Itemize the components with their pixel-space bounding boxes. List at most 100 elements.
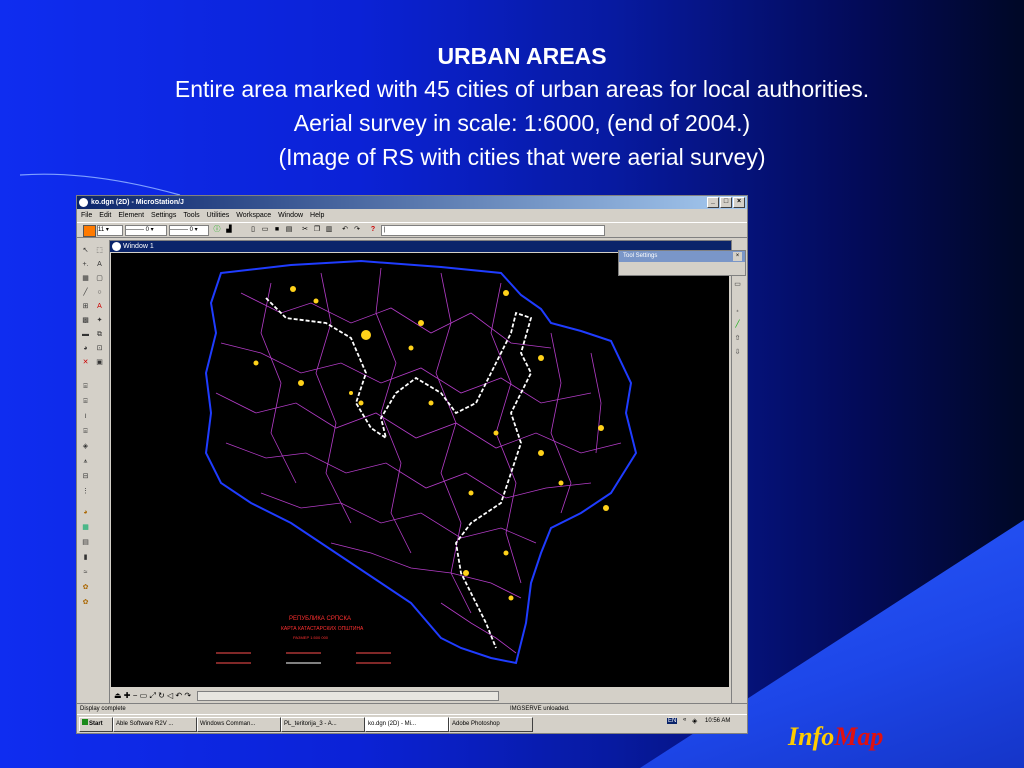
menu-settings[interactable]: Settings: [151, 210, 176, 221]
active-color-swatch[interactable]: [83, 225, 96, 237]
delete-element-icon[interactable]: ✕: [81, 358, 90, 367]
rotate-view-icon[interactable]: ↻: [158, 691, 165, 700]
view-tool-2-icon[interactable]: ⌸: [81, 397, 90, 406]
annotation-icon[interactable]: A: [95, 302, 104, 311]
view-tool-4-icon[interactable]: ⌸: [81, 427, 90, 436]
open-file-icon[interactable]: ▭: [261, 226, 269, 234]
taskbar-item-windows-commander[interactable]: Windows Comman...: [197, 717, 281, 732]
right-tool-5-icon[interactable]: ╱: [733, 320, 742, 329]
view-tool-5-icon[interactable]: ◈: [81, 442, 90, 451]
right-tool-4-icon[interactable]: ±: [733, 306, 742, 315]
right-tool-3-icon[interactable]: ▭: [733, 280, 742, 289]
tool-settings-titlebar[interactable]: Tool Settings ×: [619, 251, 745, 262]
start-button[interactable]: Start: [79, 717, 113, 732]
raster-tool-5-icon[interactable]: ≈: [81, 568, 90, 577]
weight-select[interactable]: ——— 0 ▾: [169, 225, 209, 236]
close-button[interactable]: ×: [733, 197, 745, 208]
stamp-icon[interactable]: ▟: [225, 226, 233, 234]
map-canvas[interactable]: РЕПУБЛИКА СРПСКА КАРТА КАТАСТАРСКИХ ОПШТ…: [111, 253, 729, 687]
shape-icon[interactable]: ▢: [95, 274, 104, 283]
raster-tool-2-icon[interactable]: ▦: [81, 523, 90, 532]
raster-tool-6-icon[interactable]: ✿: [81, 583, 90, 592]
window-titlebar[interactable]: ko.dgn (2D) - MicroStation/J _ □ ×: [77, 196, 747, 209]
arrow-up-icon[interactable]: ⇧: [733, 334, 742, 343]
drop-element-icon[interactable]: ▣: [95, 358, 104, 367]
menu-element[interactable]: Element: [118, 210, 144, 221]
slide-line-3: (Image of RS with cities that were aeria…: [278, 144, 766, 170]
view-tool-3-icon[interactable]: ≀: [81, 412, 90, 421]
minimize-button[interactable]: _: [707, 197, 719, 208]
horizontal-scrollbar[interactable]: [197, 690, 500, 701]
key-in-field[interactable]: |: [381, 225, 605, 236]
print-icon[interactable]: ▤: [285, 226, 293, 234]
raster-tool-3-icon[interactable]: ▤: [81, 538, 90, 547]
maximize-button[interactable]: □: [720, 197, 732, 208]
measure-icon[interactable]: ▬: [81, 330, 90, 339]
dimension-icon[interactable]: ⊞: [81, 302, 90, 311]
view-tool-8-icon[interactable]: ⋮: [81, 487, 90, 496]
raster-tool-4-icon[interactable]: ▮: [81, 553, 90, 562]
map-legend-scale: РАЗМЕР 1:500 000: [293, 635, 329, 640]
menu-utilities[interactable]: Utilities: [207, 210, 230, 221]
fit-view-icon[interactable]: ⤢: [149, 691, 155, 700]
save-icon[interactable]: ■: [273, 226, 281, 234]
view-next-icon[interactable]: ↷: [184, 691, 191, 700]
fence-icon[interactable]: ⬚: [95, 246, 104, 255]
help-icon[interactable]: ?: [369, 226, 377, 234]
view-tool-7-icon[interactable]: ⊟: [81, 472, 90, 481]
select-element-icon[interactable]: ↖: [81, 246, 90, 255]
undo-icon[interactable]: ↶: [341, 226, 349, 234]
info-icon[interactable]: ⓘ: [213, 226, 221, 234]
language-indicator[interactable]: EN: [667, 718, 678, 724]
group-icon[interactable]: ⊡: [95, 344, 104, 353]
app-icon: [79, 198, 88, 207]
cell-icon[interactable]: ▦: [81, 274, 90, 283]
pan-view-icon[interactable]: ◁: [167, 691, 173, 700]
modify-icon[interactable]: ◕: [81, 344, 90, 353]
redo-icon[interactable]: ↷: [353, 226, 361, 234]
map-legend-subtitle: КАРТА КАТАСТАРСКИХ ОПШТИНА: [281, 626, 364, 632]
menu-tools[interactable]: Tools: [183, 210, 199, 221]
place-point-icon[interactable]: +.: [81, 260, 90, 269]
view-previous-icon[interactable]: ↶: [175, 691, 182, 700]
menu-window[interactable]: Window: [278, 210, 303, 221]
menu-edit[interactable]: Edit: [99, 210, 111, 221]
paste-icon[interactable]: ▥: [325, 226, 333, 234]
level-select[interactable]: 11 ▾: [97, 225, 123, 236]
menu-bar: File Edit Element Settings Tools Utiliti…: [77, 210, 747, 221]
taskbar-item-photoshop[interactable]: Adobe Photoshop: [449, 717, 533, 732]
taskbar-item-microstation[interactable]: ko.dgn (2D) - Mi...: [365, 717, 449, 732]
view-tool-6-icon[interactable]: ⩚: [81, 457, 90, 466]
view-update-icon[interactable]: ⏏: [114, 691, 122, 700]
windows-logo-icon: [82, 719, 88, 725]
menu-workspace[interactable]: Workspace: [236, 210, 271, 221]
slide-title-block: URBAN AREAS Entire area marked with 45 c…: [0, 40, 1024, 174]
tray-icon[interactable]: ◈: [692, 717, 697, 725]
window-area-icon[interactable]: ▭: [140, 691, 148, 700]
style-select[interactable]: ——— 0 ▾: [125, 225, 167, 236]
raster-tool-7-icon[interactable]: ✿: [81, 598, 90, 607]
raster-tool-1-icon[interactable]: ◕: [81, 508, 90, 517]
taskbar-item-teritorija[interactable]: PL_teritorija_3 - A...: [281, 717, 365, 732]
tool-settings-close-button[interactable]: ×: [733, 252, 742, 261]
snap-icon[interactable]: ✦: [95, 316, 104, 325]
logo-info: Info: [788, 722, 835, 751]
pattern-icon[interactable]: ▩: [81, 316, 90, 325]
tray-expand-icon[interactable]: «: [683, 717, 686, 723]
cut-icon[interactable]: ✂: [301, 226, 309, 234]
zoom-out-icon[interactable]: −: [133, 691, 138, 700]
copy-element-icon[interactable]: ⧉: [95, 330, 104, 339]
zoom-in-icon[interactable]: ✚: [124, 691, 131, 700]
circle-icon[interactable]: ○: [95, 288, 104, 297]
taskbar-item-r2v[interactable]: Able Software R2V ...: [113, 717, 197, 732]
new-file-icon[interactable]: ▯: [249, 226, 257, 234]
view-tool-1-icon[interactable]: ⌸: [81, 382, 90, 391]
arrow-down-icon[interactable]: ⇩: [733, 348, 742, 357]
line-icon[interactable]: ╱: [81, 288, 90, 297]
map-legend-title: РЕПУБЛИКА СРПСКА: [289, 616, 351, 622]
menu-file[interactable]: File: [81, 210, 92, 221]
logo-map: Map: [834, 722, 884, 751]
text-icon[interactable]: A: [95, 260, 104, 269]
copy-icon[interactable]: ❐: [313, 226, 321, 234]
menu-help[interactable]: Help: [310, 210, 324, 221]
